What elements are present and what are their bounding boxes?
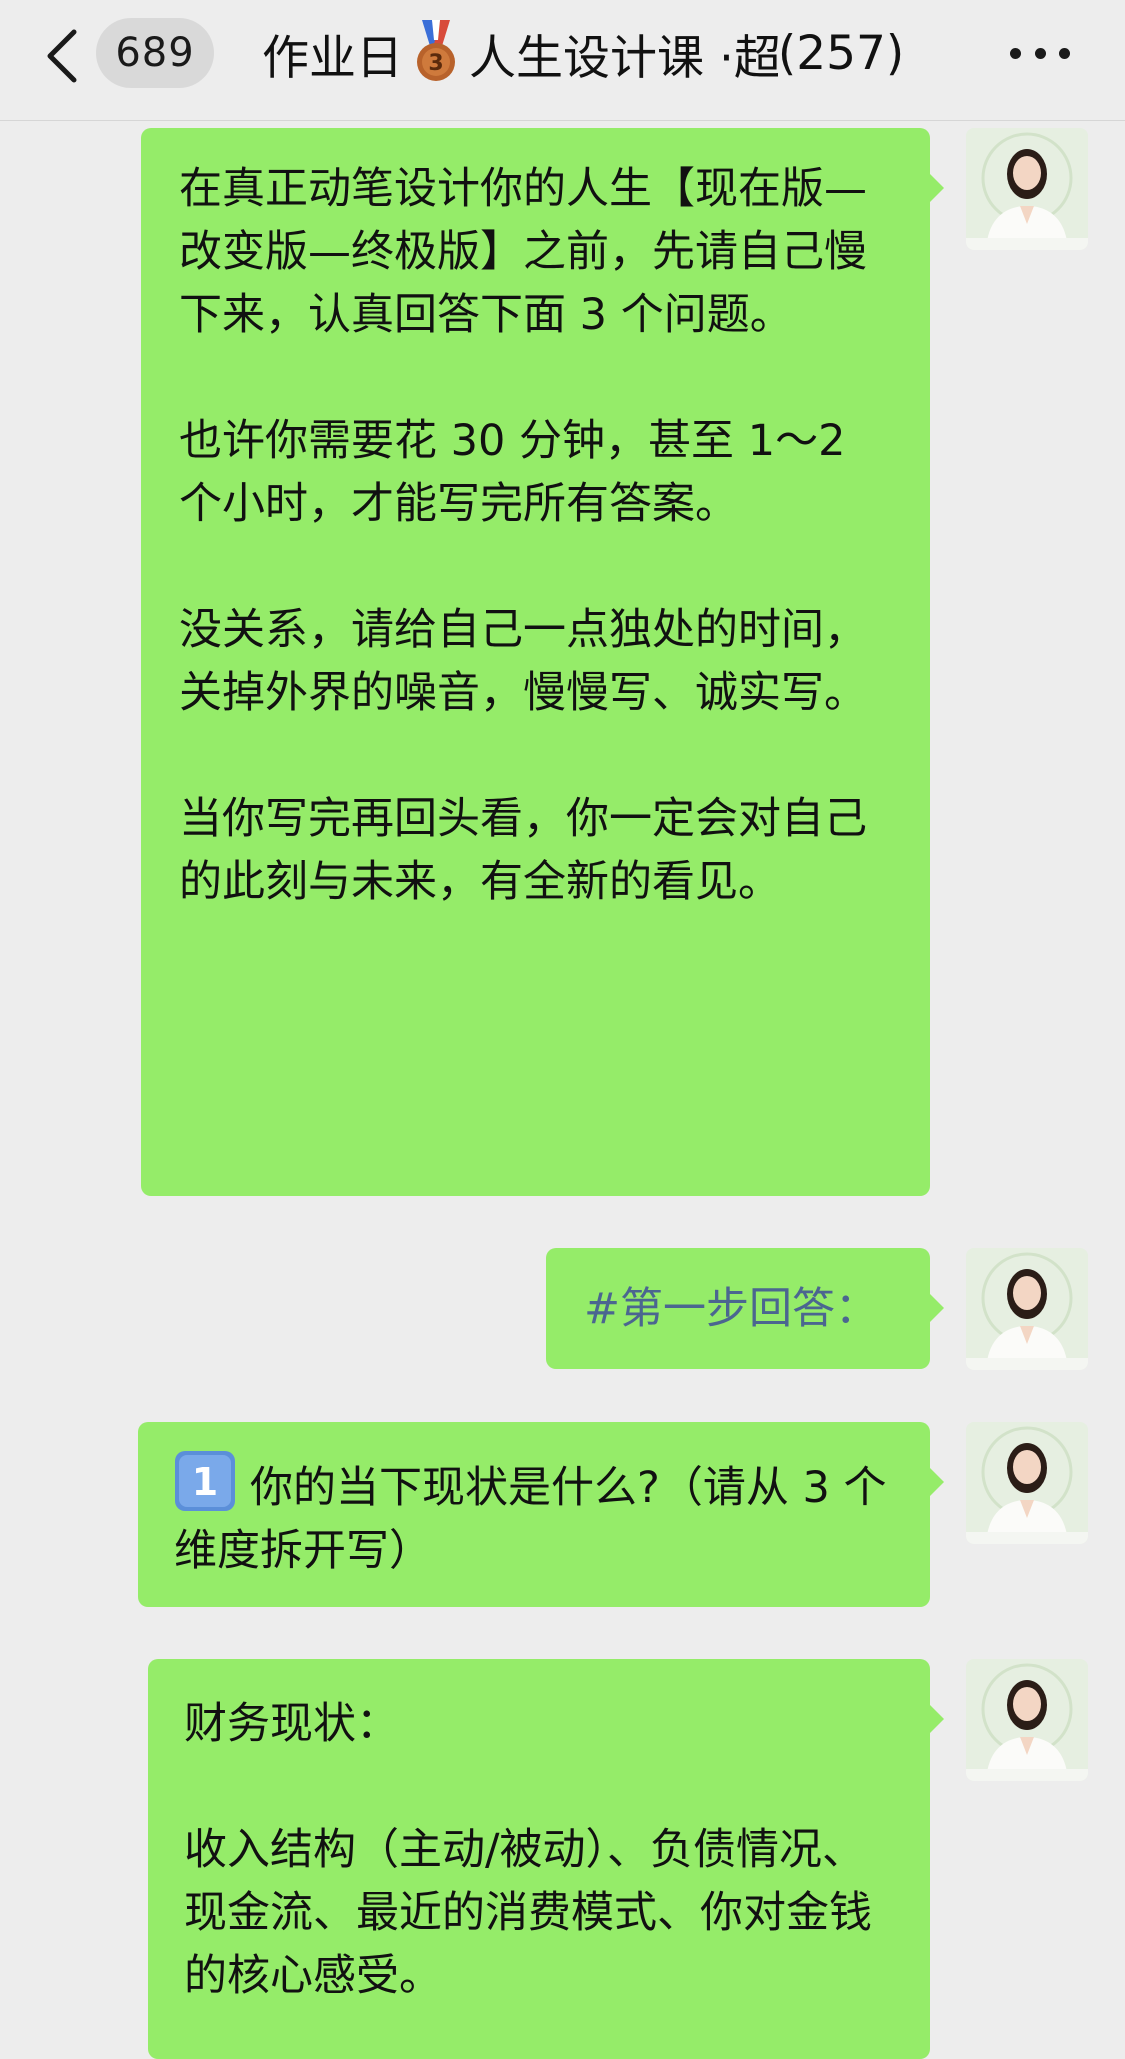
message-paragraph: 收入结构（主动/被动）、负债情况、现金流、最近的消费模式、你对金钱的核心感受。 [184,1825,872,2001]
title-prefix: 作业日 [262,30,403,86]
chat-title[interactable]: 作业日 3 人生设计课 · 超 (257) [262,18,952,88]
title-main: 人生设计课 · [469,30,734,86]
message-bubble[interactable]: 在真正动笔设计你的人生【现在版—改变版—终极版】之前，先请自己慢下来，认真回答下… [141,128,944,1196]
message-paragraph: 当你写完再回头看，你一定会对自己的此刻与未来，有全新的看见。 [179,794,867,907]
hashtag-text[interactable]: #第一步回答： [584,1278,894,1341]
message-bubble[interactable]: #第一步回答： [546,1248,944,1369]
chat-header: 689 作业日 3 人生设计课 · 超 (257) [0,0,1125,121]
unread-count-badge[interactable]: 689 [96,18,214,88]
avatar[interactable] [966,1248,1088,1370]
more-options-icon[interactable] [1010,40,1070,66]
member-count: (257) [777,25,905,81]
third-place-medal-icon: 3 [413,18,459,88]
message-paragraph: 也许你需要花 30 分钟，甚至 1～2 个小时，才能写完所有答案。 [179,416,846,529]
back-arrow-icon[interactable] [40,26,86,86]
message-bubble[interactable]: 财务现状： 收入结构（主动/被动）、负债情况、现金流、最近的消费模式、你对金钱的… [148,1659,944,2059]
avatar[interactable] [966,128,1088,250]
avatar[interactable] [966,1422,1088,1544]
message-paragraph: 财务现状： [184,1699,399,1749]
keycap-digit-one-icon: 1 [174,1450,236,1512]
svg-text:3: 3 [428,51,443,76]
svg-text:1: 1 [192,1460,218,1504]
title-clipped-char: 超 [733,30,778,86]
message-paragraph: 在真正动笔设计你的人生【现在版—改变版—终极版】之前，先请自己慢下来，认真回答下… [179,164,867,340]
message-text: 1 你的当下现状是什么?（请从 3 个维度拆开写） [174,1450,894,1583]
avatar[interactable] [966,1659,1088,1781]
message-bubble[interactable]: 1 你的当下现状是什么?（请从 3 个维度拆开写） [138,1422,944,1607]
message-paragraph: 没关系，请给自己一点独处的时间，关掉外界的噪音，慢慢写、诚实写。 [179,605,867,718]
